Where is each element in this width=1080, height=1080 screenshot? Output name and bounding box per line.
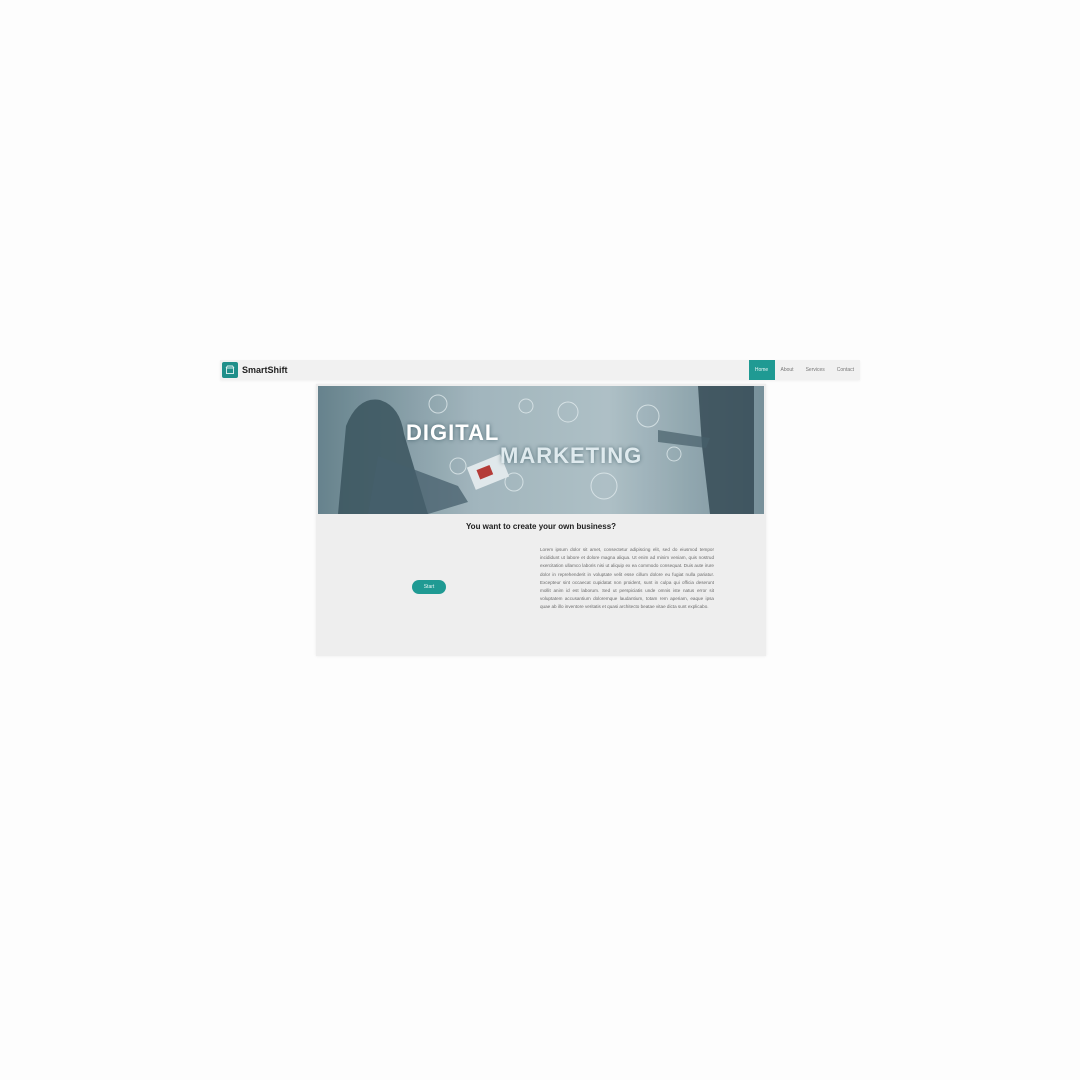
nav-links: Home About Services Contact (748, 360, 861, 380)
description-paragraph: Lorem ipsum dolor sit amet, consectetur … (540, 547, 714, 610)
page: SmartShift Home About Services Contact D… (0, 0, 1080, 1080)
store-icon (222, 362, 238, 378)
brand-name: SmartShift (242, 365, 288, 375)
content-card: DIGITAL MARKETING You want to create you… (316, 384, 766, 656)
section-heading: You want to create your own business? (465, 522, 617, 531)
nav-item-services[interactable]: Services (800, 360, 831, 380)
hero-title-marketing: MARKETING (500, 443, 643, 468)
hero-title-digital: DIGITAL (406, 420, 500, 445)
nav-item-contact[interactable]: Contact (831, 360, 860, 380)
brand-logo[interactable]: SmartShift (222, 362, 288, 378)
hero-banner: DIGITAL MARKETING (318, 386, 764, 514)
start-button[interactable]: Start (412, 580, 446, 594)
top-navbar: SmartShift Home About Services Contact (220, 360, 860, 380)
nav-item-home[interactable]: Home (748, 360, 775, 380)
nav-item-about[interactable]: About (775, 360, 800, 380)
